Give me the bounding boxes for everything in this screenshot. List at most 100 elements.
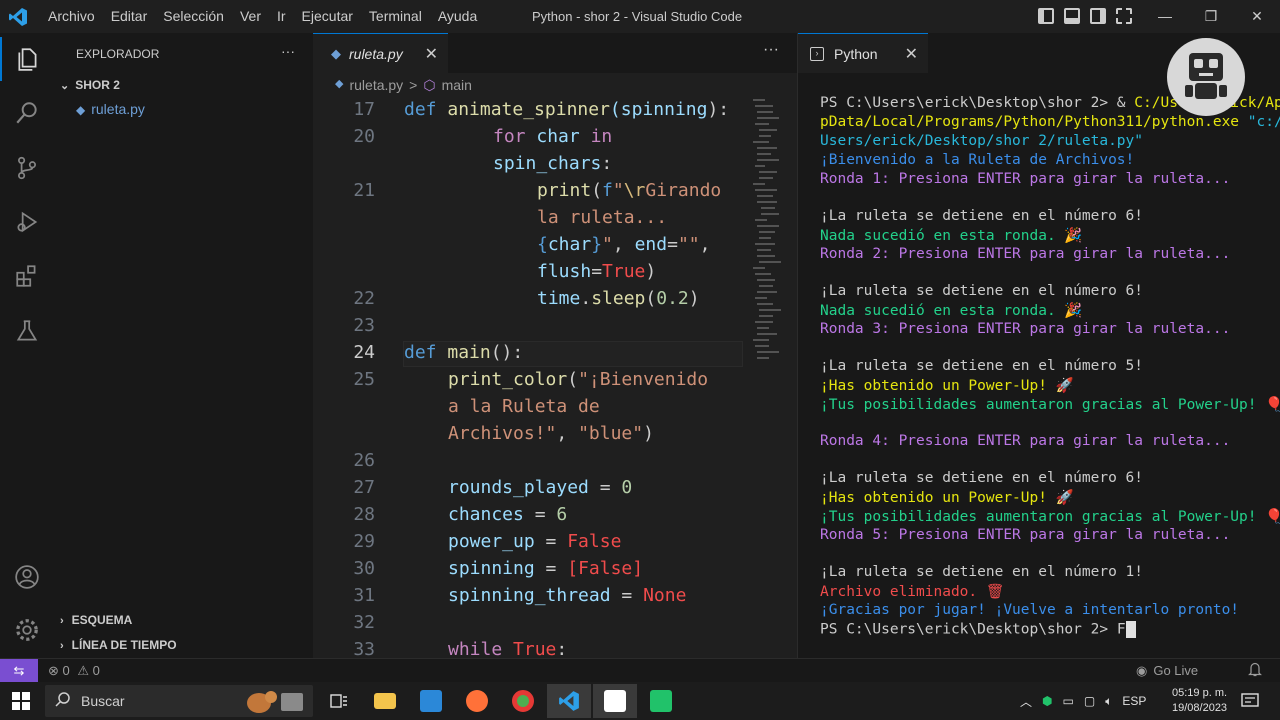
code-line: def main(): [404, 342, 523, 363]
code-token: "¡Bienvenido [578, 369, 709, 390]
terminal-line: ¡Gracias por jugar! ¡Vuelve a intentarlo… [820, 602, 1240, 618]
timeline-section[interactable]: › LÍNEA DE TIEMPO [60, 638, 177, 652]
code-token: = [610, 585, 644, 606]
search-icon[interactable] [0, 91, 54, 135]
windows-start-icon[interactable] [12, 692, 30, 710]
explorer-icon[interactable] [0, 37, 54, 81]
minimap[interactable] [749, 97, 781, 367]
terminal-line: ¡Bienvenido a la Ruleta de Archivos! [820, 152, 1135, 168]
restore-button[interactable]: ❐ [1188, 0, 1234, 33]
tab-python-terminal[interactable]: › Python ✕ [798, 33, 928, 73]
terminal-line: ¡Tus posibilidades aumentaron gracias al… [820, 509, 1280, 525]
editor-more-actions-button[interactable]: ··· [763, 41, 779, 59]
remote-indicator-button[interactable]: ⇆ [0, 659, 38, 683]
line-number: 28 [353, 504, 375, 525]
source-control-icon[interactable] [0, 146, 54, 190]
menu-seleccion[interactable]: Selección [155, 0, 232, 33]
tab-close-icon[interactable]: ✕ [425, 44, 438, 64]
cube-symbol-icon: ⬡ [423, 77, 436, 93]
breadcrumb-symbol[interactable]: main [442, 77, 472, 94]
terminal-input: F [1116, 621, 1126, 638]
volume-icon[interactable]: 🔈︎ [1105, 694, 1112, 709]
code-token: None [643, 585, 687, 606]
terminal-close-icon[interactable]: ✕ [905, 44, 918, 64]
code-line: a la Ruleta de [448, 396, 600, 417]
customize-layout-icon[interactable] [1116, 8, 1132, 24]
vscode-logo-icon [0, 0, 36, 33]
menu-editar[interactable]: Editar [103, 0, 156, 33]
task-view-icon[interactable] [317, 684, 361, 718]
terminal-panel: › Python ✕ PS C:\Users\erick\Desktop\sho… [797, 33, 1280, 658]
code-token: chances [448, 504, 524, 525]
toggle-primary-sidebar-icon[interactable] [1038, 8, 1054, 24]
terminal-line: ¡La ruleta se detiene en el número 6! [820, 470, 1144, 486]
code-token: } [591, 234, 603, 255]
taskbar-clock[interactable]: 05:19 p. m. 19/08/2023 [1172, 686, 1227, 716]
breadcrumb-file[interactable]: ruleta.py [349, 77, 403, 94]
menu-ver[interactable]: Ver [232, 0, 269, 33]
menu-ejecutar[interactable]: Ejecutar [294, 0, 361, 33]
breadcrumb-separator: > [409, 77, 418, 93]
outline-section[interactable]: › ESQUEMA [60, 613, 132, 627]
toggle-panel-icon[interactable] [1064, 8, 1080, 24]
terminal-line: Ronda 2: Presiona ENTER para girar la ru… [820, 246, 1231, 262]
clock-time: 05:19 p. m. [1172, 687, 1228, 699]
toggle-secondary-sidebar-icon[interactable] [1090, 8, 1106, 24]
chrome-icon[interactable] [501, 684, 545, 718]
menu-archivo[interactable]: Archivo [40, 0, 103, 33]
terminal-line: ¡La ruleta se detiene en el número 6! [820, 283, 1144, 299]
code-token: Archivos!" [448, 423, 557, 444]
problems-button[interactable]: ⊗ 0 ⚠ 0 [48, 663, 100, 679]
broadcast-icon: ◉ [1136, 663, 1148, 678]
settings-gear-icon[interactable] [0, 608, 54, 652]
microsoft-store-icon[interactable] [409, 684, 453, 718]
search-icon [55, 691, 71, 712]
code-token: True [602, 261, 646, 282]
code-token: 0 [621, 477, 633, 498]
chevron-up-icon[interactable]: ︿ [1020, 693, 1032, 710]
taskbar-search-box[interactable]: Buscar [45, 685, 313, 717]
language-indicator[interactable]: ESP [1122, 694, 1146, 708]
line-number: 22 [353, 288, 375, 309]
code-token: sleep [591, 288, 646, 309]
shield-app-icon[interactable]: ⬢ [1042, 694, 1052, 708]
file-explorer-icon[interactable] [363, 684, 407, 718]
capcut-icon[interactable] [593, 684, 637, 718]
code-line: spinning = [False] [448, 558, 643, 579]
terminal-cursor [1125, 621, 1136, 638]
code-token: ( [645, 288, 657, 309]
tab-ruleta-py[interactable]: ◆ ruleta.py ✕ [313, 33, 448, 73]
code-token: True [513, 639, 557, 660]
editor-group: ◆ ruleta.py ✕ ··· ◆ ruleta.py > ⬡ main 1… [313, 33, 797, 660]
terminal-line: Users/erick/Desktop/shor 2/ruleta.py" [820, 133, 1144, 149]
code-line: print(f"\rGirando [537, 180, 721, 201]
menu-ir[interactable]: Ir [269, 0, 294, 33]
go-live-button[interactable]: ◉ Go Live [1136, 663, 1198, 679]
app-green-icon[interactable] [639, 684, 683, 718]
firefox-icon[interactable] [455, 684, 499, 718]
menu-terminal[interactable]: Terminal [361, 0, 430, 33]
explorer-more-actions-button[interactable]: ··· [281, 43, 295, 59]
line-number: 33 [353, 639, 375, 660]
code-token: spinning_thread [448, 585, 611, 606]
search-placeholder: Buscar [81, 693, 125, 709]
run-debug-icon[interactable] [0, 200, 54, 244]
minimize-button[interactable]: — [1142, 0, 1188, 33]
notifications-bell-icon[interactable] [1248, 662, 1262, 680]
code-line: chances = 6 [448, 504, 567, 525]
testing-icon[interactable] [0, 309, 54, 353]
menu-ayuda[interactable]: Ayuda [430, 0, 485, 33]
code-token: False [578, 558, 633, 579]
folder-shor-2[interactable]: ⌄ SHOR 2 [60, 78, 120, 92]
battery-icon[interactable]: ▢ [1084, 694, 1095, 708]
notification-center-icon[interactable] [1228, 684, 1272, 718]
close-button[interactable]: ✕ [1234, 0, 1280, 33]
extensions-icon[interactable] [0, 254, 54, 298]
network-icon[interactable]: ▭ [1063, 694, 1074, 708]
file-ruleta-py[interactable]: ◆ ruleta.py [76, 101, 145, 117]
line-number: 20 [353, 126, 375, 147]
vscode-taskbar-icon[interactable] [547, 684, 591, 718]
accounts-icon[interactable] [0, 555, 54, 599]
line-number: 25 [353, 369, 375, 390]
chevron-right-icon: › [60, 640, 64, 652]
